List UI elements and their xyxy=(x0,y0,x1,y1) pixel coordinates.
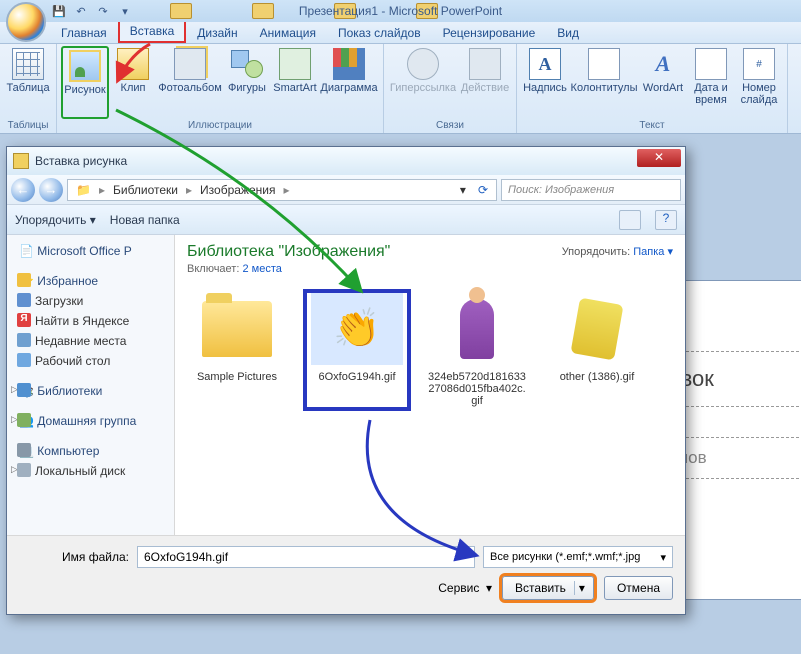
clip-icon xyxy=(117,48,149,80)
sidebar-homegroup[interactable]: ▷👥 Домашняя группа xyxy=(13,411,168,431)
sidebar-libraries[interactable]: ▷📚 Библиотеки xyxy=(13,381,168,401)
file-324eb[interactable]: 324eb5720d18163327086d015fba402c.gif xyxy=(427,293,527,407)
arrange-control: Упорядочить: Папка ▾ xyxy=(562,245,673,258)
dialog-footer: Имя файла: Все рисунки (*.emf;*.wmf;*.jp… xyxy=(7,535,685,614)
ribbon-action-button[interactable]: Действие xyxy=(458,46,512,119)
file-sample-pictures[interactable]: Sample Pictures xyxy=(187,293,287,407)
includes-link[interactable]: 2 места xyxy=(242,263,281,275)
view-mode-button[interactable] xyxy=(619,210,641,230)
album-icon xyxy=(174,48,206,80)
group-text-label: Текст xyxy=(521,119,783,133)
ribbon-datetime-button[interactable]: Дата и время xyxy=(687,46,735,119)
sidebar-computer[interactable]: 💻 Компьютер xyxy=(13,441,168,461)
dialog-toolbar: Упорядочить ▾ Новая папка ? xyxy=(7,205,685,235)
tab-slideshow[interactable]: Показ слайдов xyxy=(327,22,432,43)
dialog-sidebar: 📄 Microsoft Office P ⭐ Избранное Загрузк… xyxy=(7,235,175,535)
ribbon-clip-button[interactable]: Клип xyxy=(109,46,157,119)
tab-animation[interactable]: Анимация xyxy=(249,22,327,43)
tab-review[interactable]: Рецензирование xyxy=(432,22,547,43)
filename-label: Имя файла: xyxy=(19,550,129,564)
insert-dropdown-icon[interactable]: ▾ xyxy=(574,581,589,595)
office-button[interactable] xyxy=(6,2,46,42)
qat-save-icon[interactable]: 💾 xyxy=(49,2,69,20)
ribbon-slidenum-button[interactable]: #Номер слайда xyxy=(735,46,783,119)
wordart-icon: A xyxy=(647,48,679,80)
ribbon: Таблица Таблицы Рисунок Клип Фотоальбом … xyxy=(0,44,801,134)
arrange-dropdown[interactable]: Папка ▾ xyxy=(633,246,673,258)
ribbon-hyperlink-button[interactable]: Гиперссылка xyxy=(388,46,458,119)
dialog-content: Библиотека "Изображения" Включает: 2 мес… xyxy=(175,235,685,535)
sidebar-office[interactable]: 📄 Microsoft Office P xyxy=(13,241,168,261)
chart-icon xyxy=(333,48,365,80)
search-input[interactable]: Поиск: Изображения xyxy=(501,179,681,201)
breadcrumb-dropdown-icon[interactable]: ▾ xyxy=(456,183,470,197)
ribbon-wordart-button[interactable]: AWordArt xyxy=(639,46,687,119)
titlebar: 💾 ↶ ↷ ▾ Презентация1 - Microsoft PowerPo… xyxy=(0,0,801,22)
dialog-nav: ← → 📁▸ Библиотеки▸ Изображения▸ ▾ ⟳ Поис… xyxy=(7,175,685,205)
sidebar-favorites[interactable]: ⭐ Избранное xyxy=(13,271,168,291)
ribbon-shapes-button[interactable]: Фигуры xyxy=(223,46,271,119)
ribbon-headerfooter-button[interactable]: Колонтитулы xyxy=(569,46,639,119)
nav-back-button[interactable]: ← xyxy=(11,178,35,202)
dialog-title: Вставка рисунка xyxy=(35,154,127,168)
shapes-icon xyxy=(231,48,263,80)
filetype-dropdown[interactable]: Все рисунки (*.emf;*.wmf;*.jpg▾ xyxy=(483,546,673,568)
insert-button[interactable]: Вставить▾ xyxy=(502,576,594,600)
group-illus-label: Иллюстрации xyxy=(61,119,379,133)
tab-design[interactable]: Дизайн xyxy=(186,22,248,43)
table-icon xyxy=(12,48,44,80)
breadcrumb-root-icon: 📁 xyxy=(72,183,95,197)
help-button[interactable]: ? xyxy=(655,210,677,230)
organize-menu[interactable]: Упорядочить ▾ xyxy=(15,213,96,227)
ribbon-album-button[interactable]: Фотоальбом xyxy=(157,46,223,119)
app-title: Презентация1 - Microsoft PowerPoint xyxy=(299,4,502,18)
datetime-icon xyxy=(695,48,727,80)
sidebar-localdisk[interactable]: ▷Локальный диск xyxy=(13,461,168,481)
textbox-icon: A xyxy=(529,48,561,80)
group-tables-label: Таблицы xyxy=(4,119,52,133)
group-links-label: Связи xyxy=(388,119,512,133)
headerfooter-icon xyxy=(588,48,620,80)
tab-insert[interactable]: Вставка xyxy=(118,19,187,43)
tab-view[interactable]: Вид xyxy=(546,22,590,43)
slidenum-icon: # xyxy=(743,48,775,80)
ribbon-picture-button[interactable]: Рисунок xyxy=(61,46,109,119)
sidebar-yandex[interactable]: ЯНайти в Яндексе xyxy=(13,311,168,331)
sidebar-downloads[interactable]: Загрузки xyxy=(13,291,168,311)
qat-redo-icon[interactable]: ↷ xyxy=(93,2,113,20)
folder-icon xyxy=(202,301,272,357)
cancel-button[interactable]: Отмена xyxy=(604,576,673,600)
chevron-down-icon: ▾ xyxy=(660,551,666,564)
insert-picture-dialog: Вставка рисунка ✕ ← → 📁▸ Библиотеки▸ Изо… xyxy=(6,146,686,615)
nav-forward-button[interactable]: → xyxy=(39,178,63,202)
qat-customize-icon[interactable]: ▾ xyxy=(115,2,135,20)
file-other[interactable]: other (1386).gif xyxy=(547,293,647,407)
action-icon xyxy=(469,48,501,80)
file-selected[interactable]: 6OxfoG194h.gif xyxy=(307,293,407,407)
ribbon-table-button[interactable]: Таблица xyxy=(4,46,52,119)
pencil-icon xyxy=(570,298,623,361)
ribbon-chart-button[interactable]: Диаграмма xyxy=(319,46,379,119)
picture-icon xyxy=(69,50,101,82)
filename-input[interactable] xyxy=(137,546,475,568)
sidebar-desktop[interactable]: Рабочий стол xyxy=(13,351,168,371)
newfolder-button[interactable]: Новая папка xyxy=(110,213,180,227)
hyperlink-icon xyxy=(407,48,439,80)
breadcrumb[interactable]: 📁▸ Библиотеки▸ Изображения▸ ▾ ⟳ xyxy=(67,179,497,201)
ribbon-smartart-button[interactable]: SmartArt xyxy=(271,46,319,119)
dialog-titlebar[interactable]: Вставка рисунка ✕ xyxy=(7,147,685,175)
tab-home[interactable]: Главная xyxy=(50,22,118,43)
includes-label: Включает: 2 места xyxy=(187,263,673,275)
smartart-icon xyxy=(279,48,311,80)
qat-undo-icon[interactable]: ↶ xyxy=(71,2,91,20)
service-menu[interactable]: Сервис ▾ xyxy=(438,581,492,595)
sidebar-recent[interactable]: Недавние места xyxy=(13,331,168,351)
ribbon-tabs: Главная Вставка Дизайн Анимация Показ сл… xyxy=(0,22,801,44)
ribbon-textbox-button[interactable]: AНадпись xyxy=(521,46,569,119)
dialog-icon xyxy=(13,153,29,169)
clap-icon xyxy=(332,304,382,354)
refresh-icon[interactable]: ⟳ xyxy=(474,183,492,197)
close-button[interactable]: ✕ xyxy=(637,149,681,167)
woman-icon xyxy=(460,299,494,359)
